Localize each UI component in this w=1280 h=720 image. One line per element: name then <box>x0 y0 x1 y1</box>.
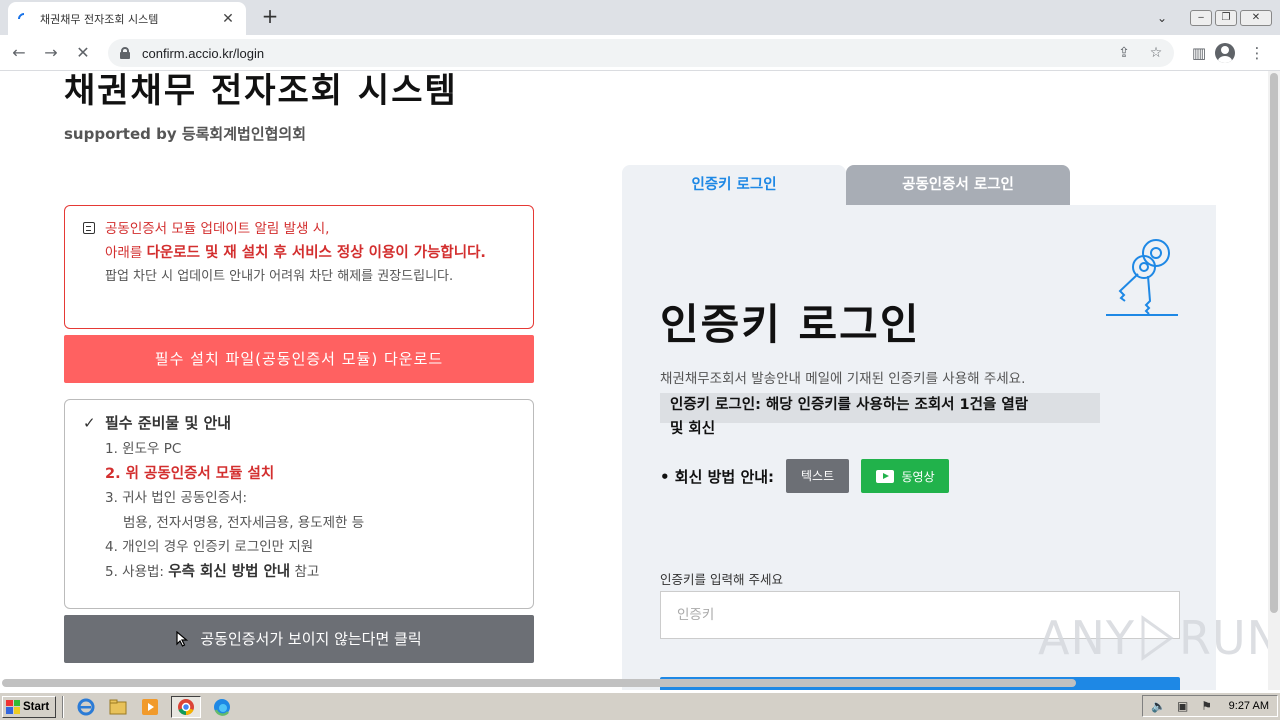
stop-loading-button[interactable]: ✕ <box>70 40 96 66</box>
reply-guide-row: • 회신 방법 안내: 텍스트 동영상 <box>660 459 950 493</box>
forward-button[interactable]: → <box>38 40 64 66</box>
tab-key-login[interactable]: 인증키 로그인 <box>622 165 846 205</box>
tab-search-chevron-icon[interactable]: ⌄ <box>1152 11 1172 25</box>
windows-taskbar: Start 🔈 ▣ ⚑ 9:27 AM <box>0 692 1280 720</box>
panel-title: 인증키 로그인 <box>660 300 921 349</box>
bookmark-star-icon[interactable]: ☆ <box>1146 43 1166 63</box>
notice-line-2: 아래를 다운로드 및 재 설치 후 서비스 정상 이용이 가능합니다. <box>105 240 517 266</box>
list-item: 1. 윈도우 PC <box>105 441 182 457</box>
list-item-emphasis: 2. 위 공동인증서 모듈 설치 <box>105 465 275 482</box>
requirements-list: 1. 윈도우 PC 2. 위 공동인증서 모듈 설치 3. 귀사 법인 공동인증… <box>83 437 517 584</box>
notice-line-1: 공동인증서 모듈 업데이트 알림 발생 시, <box>105 221 330 237</box>
list-item-suffix: 참고 <box>290 563 320 580</box>
watermark-right: RUN <box>1178 611 1268 665</box>
play-icon <box>875 469 894 483</box>
list-item: 범용, 전자서명용, 전자세금용, 용도제한 등 <box>123 514 365 531</box>
taskbar-separator <box>62 695 64 718</box>
key-icon <box>1106 239 1178 316</box>
cert-not-visible-button[interactable]: 공동인증서가 보이지 않는다면 클릭 <box>64 615 534 663</box>
download-module-button[interactable]: 필수 설치 파일(공동인증서 모듈) 다운로드 <box>64 335 534 383</box>
list-item-emphasis: 우측 회신 방법 안내 <box>168 563 291 580</box>
folder-icon[interactable] <box>107 696 129 718</box>
watermark-play-icon <box>1141 615 1174 661</box>
tab-title: 채권채무 전자조회 시스템 <box>40 12 159 26</box>
video-guide-button[interactable]: 동영상 <box>861 459 950 493</box>
panel-note-line-2: 및 회신 <box>670 421 716 437</box>
key-input-label: 인증키를 입력해 주세요 <box>660 572 783 587</box>
system-tray: 🔈 ▣ ⚑ 9:27 AM <box>1141 695 1278 717</box>
share-icon[interactable]: ⇪ <box>1114 43 1134 63</box>
video-guide-label: 동영상 <box>901 469 935 484</box>
menu-kebab-icon[interactable]: ⋮ <box>1244 40 1270 66</box>
panel-note-line-1: 인증키 로그인: 해당 인증키를 사용하는 조회서 1건을 열람 <box>670 397 1029 413</box>
tab-cert-login[interactable]: 공동인증서 로그인 <box>846 165 1070 205</box>
start-label: Start <box>23 700 50 713</box>
minimize-button[interactable]: ‒ <box>1190 9 1212 26</box>
calendar-icon <box>83 222 95 234</box>
requirements-heading: ✓ 필수 준비물 및 안내 <box>83 412 517 433</box>
restore-button[interactable]: ❐ <box>1215 9 1237 26</box>
horizontal-scroll-thumb[interactable] <box>2 679 1076 687</box>
volume-icon[interactable]: 🔈 <box>1151 698 1167 714</box>
back-button[interactable]: ← <box>6 40 32 66</box>
browser-toolbar: ← → ✕ confirm.accio.kr/login ⇪ ☆ ▥ ⋮ <box>0 35 1280 71</box>
notice-line-2-prefix: 아래를 <box>105 245 147 261</box>
requirements-heading-text: 필수 준비물 및 안내 <box>105 414 232 432</box>
horizontal-scrollbar[interactable] <box>0 677 1268 690</box>
tab-close-icon[interactable]: ✕ <box>220 11 236 27</box>
page-viewport: 채권채무 전자조회 시스템 supported by 등록회계법인협의회 공동인… <box>0 71 1268 690</box>
network-icon[interactable]: ▣ <box>1175 698 1191 714</box>
start-button[interactable]: Start <box>2 695 56 718</box>
flag-icon[interactable]: ⚑ <box>1199 698 1215 714</box>
site-subtitle: supported by 등록회계법인협의회 <box>64 125 307 143</box>
text-guide-button[interactable]: 텍스트 <box>786 459 850 493</box>
browser-tab[interactable]: 채권채무 전자조회 시스템 ✕ <box>8 2 246 35</box>
window-close-button[interactable]: ✕ <box>1240 9 1272 26</box>
update-notice-box: 공동인증서 모듈 업데이트 알림 발생 시, 아래를 다운로드 및 재 설치 후… <box>64 205 534 329</box>
chrome-icon[interactable] <box>171 695 201 718</box>
reply-guide-label: • 회신 방법 안내: <box>660 467 775 486</box>
browser-tab-bar: 채권채무 전자조회 시스템 ✕ + ⌄ ‒ ❐ ✕ <box>0 0 1280 35</box>
list-item-prefix: 5. 사용법: <box>105 563 169 580</box>
anyrun-watermark: ANY RUN <box>1038 611 1268 665</box>
address-bar-actions: ⇪ ☆ <box>1102 43 1166 63</box>
cert-button-label: 공동인증서가 보이지 않는다면 클릭 <box>200 630 422 648</box>
list-item: 2. 위 공동인증서 모듈 설치 <box>105 462 517 487</box>
windows-logo-icon <box>6 699 20 714</box>
profile-avatar-icon[interactable] <box>1215 43 1235 63</box>
cursor-icon <box>176 631 189 647</box>
notice-line-3: 팝업 차단 시 업데이트 안내가 어려워 차단 해제를 권장드립니다. <box>105 269 454 284</box>
loading-spinner-icon <box>15 10 33 27</box>
side-panel-icon[interactable]: ▥ <box>1186 40 1212 66</box>
lock-icon[interactable] <box>120 47 130 59</box>
list-item: 5. 사용법: 우측 회신 방법 안내 참고 <box>105 560 517 585</box>
ie-icon[interactable] <box>75 696 97 718</box>
notice-line-2-emphasis: 다운로드 및 재 설치 후 서비스 정상 이용이 가능합니다. <box>146 245 486 261</box>
requirements-box: ✓ 필수 준비물 및 안내 1. 윈도우 PC 2. 위 공동인증서 모듈 설치… <box>64 399 534 609</box>
media-player-icon[interactable] <box>139 696 161 718</box>
checkmark-icon: ✓ <box>83 413 96 432</box>
new-tab-button[interactable]: + <box>258 4 282 28</box>
vertical-scroll-thumb[interactable] <box>1270 73 1278 613</box>
window-controls: ⌄ ‒ ❐ ✕ <box>1152 0 1280 35</box>
clock: 9:27 AM <box>1228 700 1269 712</box>
edge-icon[interactable] <box>211 696 233 718</box>
site-title: 채권채무 전자조회 시스템 <box>64 71 458 111</box>
panel-note: 인증키 로그인: 해당 인증키를 사용하는 조회서 1건을 열람 및 회신 <box>660 393 1100 437</box>
list-item: 4. 개인의 경우 인증키 로그인만 지원 <box>105 539 314 555</box>
watermark-left: ANY <box>1038 611 1135 665</box>
vertical-scrollbar[interactable] <box>1268 71 1280 690</box>
address-bar[interactable]: confirm.accio.kr/login ⇪ ☆ <box>108 39 1174 67</box>
list-item: 3. 귀사 법인 공동인증서: <box>105 490 248 506</box>
panel-description: 채권채무조회서 발송안내 메일에 기재된 인증키를 사용해 주세요. <box>660 371 1026 387</box>
url-text[interactable]: confirm.accio.kr/login <box>142 46 264 61</box>
toolbar-right: ▥ ⋮ <box>1180 40 1270 66</box>
